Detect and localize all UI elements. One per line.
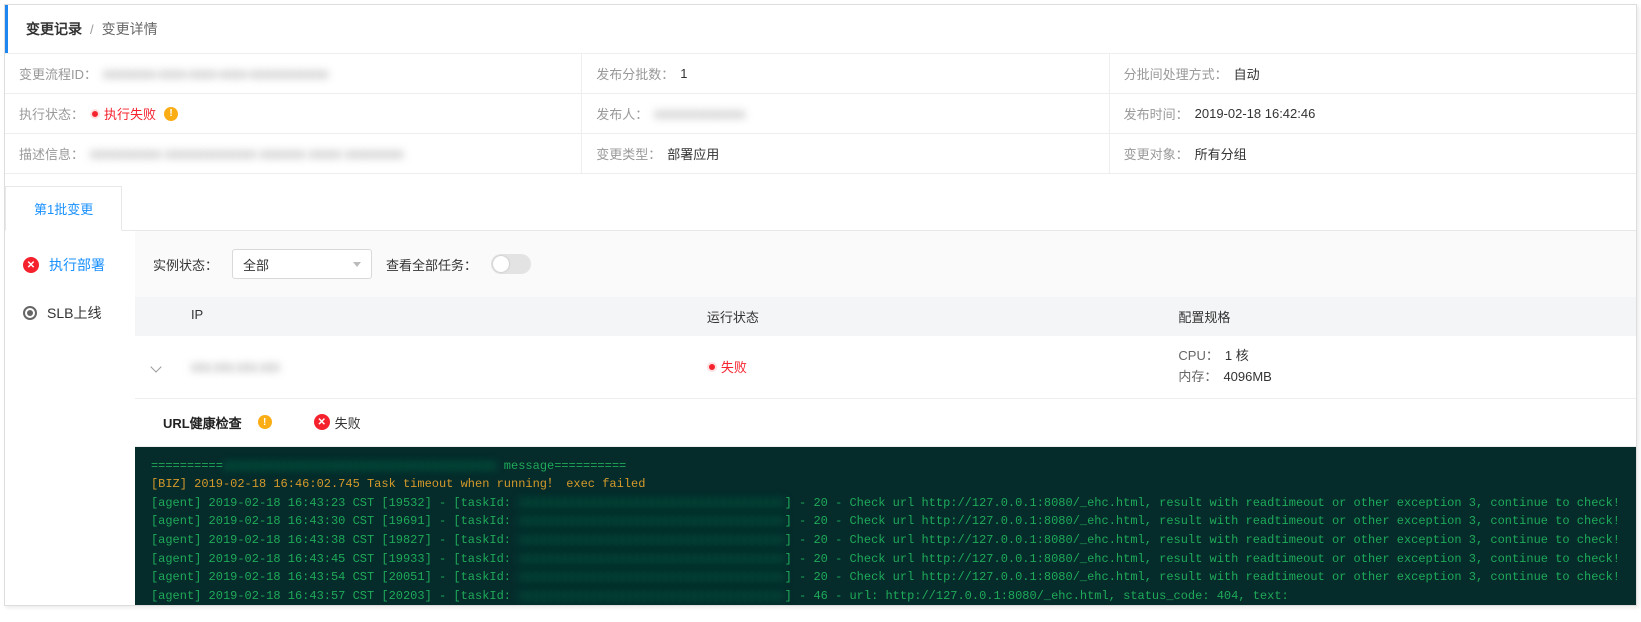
- spec-cpu-label: CPU：: [1178, 348, 1218, 363]
- status-dot-icon: [90, 109, 100, 119]
- health-check-status: 失败: [335, 413, 361, 432]
- show-all-toggle[interactable]: [491, 254, 531, 274]
- value-description-masked: xxxxxxxxxxx xxxxxxxxxxxxxx xxxxxxx xxxxx…: [90, 146, 403, 161]
- info-publish-time: 发布时间： 2019-02-18 16:42:46: [1110, 94, 1636, 133]
- breadcrumb-link-change-log[interactable]: 变更记录: [26, 19, 82, 39]
- info-publisher: 发布人： xxxxxxxxxxxxxx: [582, 94, 1109, 133]
- th-spec: 配置规格: [1164, 297, 1636, 336]
- spec-mem-value: 4096MB: [1223, 369, 1271, 384]
- label-exec-status: 执行状态：: [19, 104, 84, 123]
- label-description: 描述信息：: [19, 144, 84, 163]
- info-grid: 变更流程ID： xxxxxxxx-xxxx-xxxx-xxxx-xxxxxxxx…: [5, 53, 1636, 174]
- table-row: xxx.xxx.xxx.xxx 失败 CPU： 1 核: [135, 336, 1636, 399]
- value-change-id-masked: xxxxxxxx-xxxx-xxxx-xxxx-xxxxxxxxxxxx: [103, 66, 328, 81]
- breadcrumb: 变更记录 / 变更详情: [5, 5, 1636, 53]
- value-batch-mode: 自动: [1234, 64, 1260, 83]
- log-line: [agent] 2019-02-18 16:43:54 CST [20051] …: [151, 568, 1620, 587]
- show-all-label: 查看全部任务：: [386, 255, 477, 274]
- batch-tabs: 第1批变更: [5, 186, 1636, 231]
- log-line: [agent] 2019-02-18 16:43:30 CST [19691] …: [151, 512, 1620, 531]
- label-change-id: 变更流程ID：: [19, 64, 97, 83]
- breadcrumb-current: 变更详情: [102, 19, 158, 39]
- filter-bar: 实例状态： 全部 查看全部任务：: [135, 231, 1636, 297]
- sidebar-item-slb-online[interactable]: SLB上线: [23, 303, 117, 323]
- cell-status: 失败: [721, 357, 747, 376]
- step-sidebar: ✕ 执行部署 SLB上线: [5, 231, 135, 605]
- value-change-type: 部署应用: [667, 144, 719, 163]
- info-description: 描述信息： xxxxxxxxxxx xxxxxxxxxxxxxx xxxxxxx…: [5, 134, 582, 173]
- expand-toggle[interactable]: [135, 349, 177, 384]
- info-change-id: 变更流程ID： xxxxxxxx-xxxx-xxxx-xxxx-xxxxxxxx…: [5, 54, 582, 93]
- info-change-target: 变更对象： 所有分组: [1110, 134, 1636, 173]
- spec-cpu-value: 1 核: [1225, 348, 1249, 363]
- instance-status-select[interactable]: 全部: [232, 249, 372, 279]
- breadcrumb-sep: /: [90, 22, 94, 37]
- error-icon: ✕: [23, 257, 39, 273]
- select-value: 全部: [243, 255, 269, 274]
- status-dot-icon: [707, 362, 717, 372]
- info-batch-mode: 分批间处理方式： 自动: [1110, 54, 1636, 93]
- instance-status-label: 实例状态：: [153, 255, 218, 274]
- log-line: [BIZ] 2019-02-18 16:46:02.745 Task timeo…: [151, 475, 1620, 494]
- sidebar-item-label: 执行部署: [49, 255, 105, 275]
- label-batch-count: 发布分批数：: [596, 64, 674, 83]
- chevron-down-icon: [150, 362, 161, 373]
- cell-ip-masked: xxx.xxx.xxx.xxx: [191, 359, 280, 374]
- spec-mem-label: 内存：: [1178, 369, 1217, 384]
- label-publish-time: 发布时间：: [1124, 104, 1189, 123]
- log-line: [agent] 2019-02-18 16:43:38 CST [19827] …: [151, 531, 1620, 550]
- value-batch-count: 1: [680, 66, 687, 81]
- th-ip: IP: [177, 297, 693, 336]
- value-publish-time: 2019-02-18 16:42:46: [1195, 106, 1316, 121]
- th-expand: [135, 297, 177, 336]
- value-exec-status: 执行失败: [104, 104, 156, 123]
- error-icon: ✕: [314, 414, 330, 430]
- label-publisher: 发布人：: [596, 104, 648, 123]
- health-check-bar: URL健康检查 ! ✕ 失败: [135, 399, 1636, 447]
- radio-icon: [23, 306, 37, 320]
- warning-icon: !: [164, 107, 178, 121]
- log-line: [agent] 2019-02-18 16:43:23 CST [19532] …: [151, 494, 1620, 513]
- info-change-type: 变更类型： 部署应用: [582, 134, 1109, 173]
- label-change-target: 变更对象：: [1124, 144, 1189, 163]
- log-line: [agent] 2019-02-18 16:43:45 CST [19933] …: [151, 550, 1620, 569]
- cell-spec: CPU： 1 核 内存： 4096MB: [1178, 346, 1622, 388]
- value-publisher-masked: xxxxxxxxxxxxxx: [654, 106, 745, 121]
- log-console[interactable]: ==========xxxxxxxxxxxxxxxxxxxxxxxxxxxxxx…: [135, 447, 1636, 606]
- label-batch-mode: 分批间处理方式：: [1124, 64, 1228, 83]
- info-batch-count: 发布分批数： 1: [582, 54, 1109, 93]
- warning-icon: !: [258, 415, 272, 429]
- label-change-type: 变更类型：: [596, 144, 661, 163]
- sidebar-item-label: SLB上线: [47, 303, 101, 323]
- tab-batch-1[interactable]: 第1批变更: [5, 186, 122, 231]
- value-change-target: 所有分组: [1195, 144, 1247, 163]
- instance-table: IP 运行状态 配置规格 xxx.xxx.xxx.xxx 失败: [135, 297, 1636, 605]
- info-exec-status: 执行状态： 执行失败 !: [5, 94, 582, 133]
- chevron-down-icon: [353, 262, 361, 267]
- log-line: [agent] 2019-02-18 16:43:57 CST [20203] …: [151, 587, 1620, 606]
- th-status: 运行状态: [693, 297, 1165, 336]
- sidebar-item-deploy[interactable]: ✕ 执行部署: [23, 255, 117, 275]
- health-check-title: URL健康检查: [163, 413, 242, 432]
